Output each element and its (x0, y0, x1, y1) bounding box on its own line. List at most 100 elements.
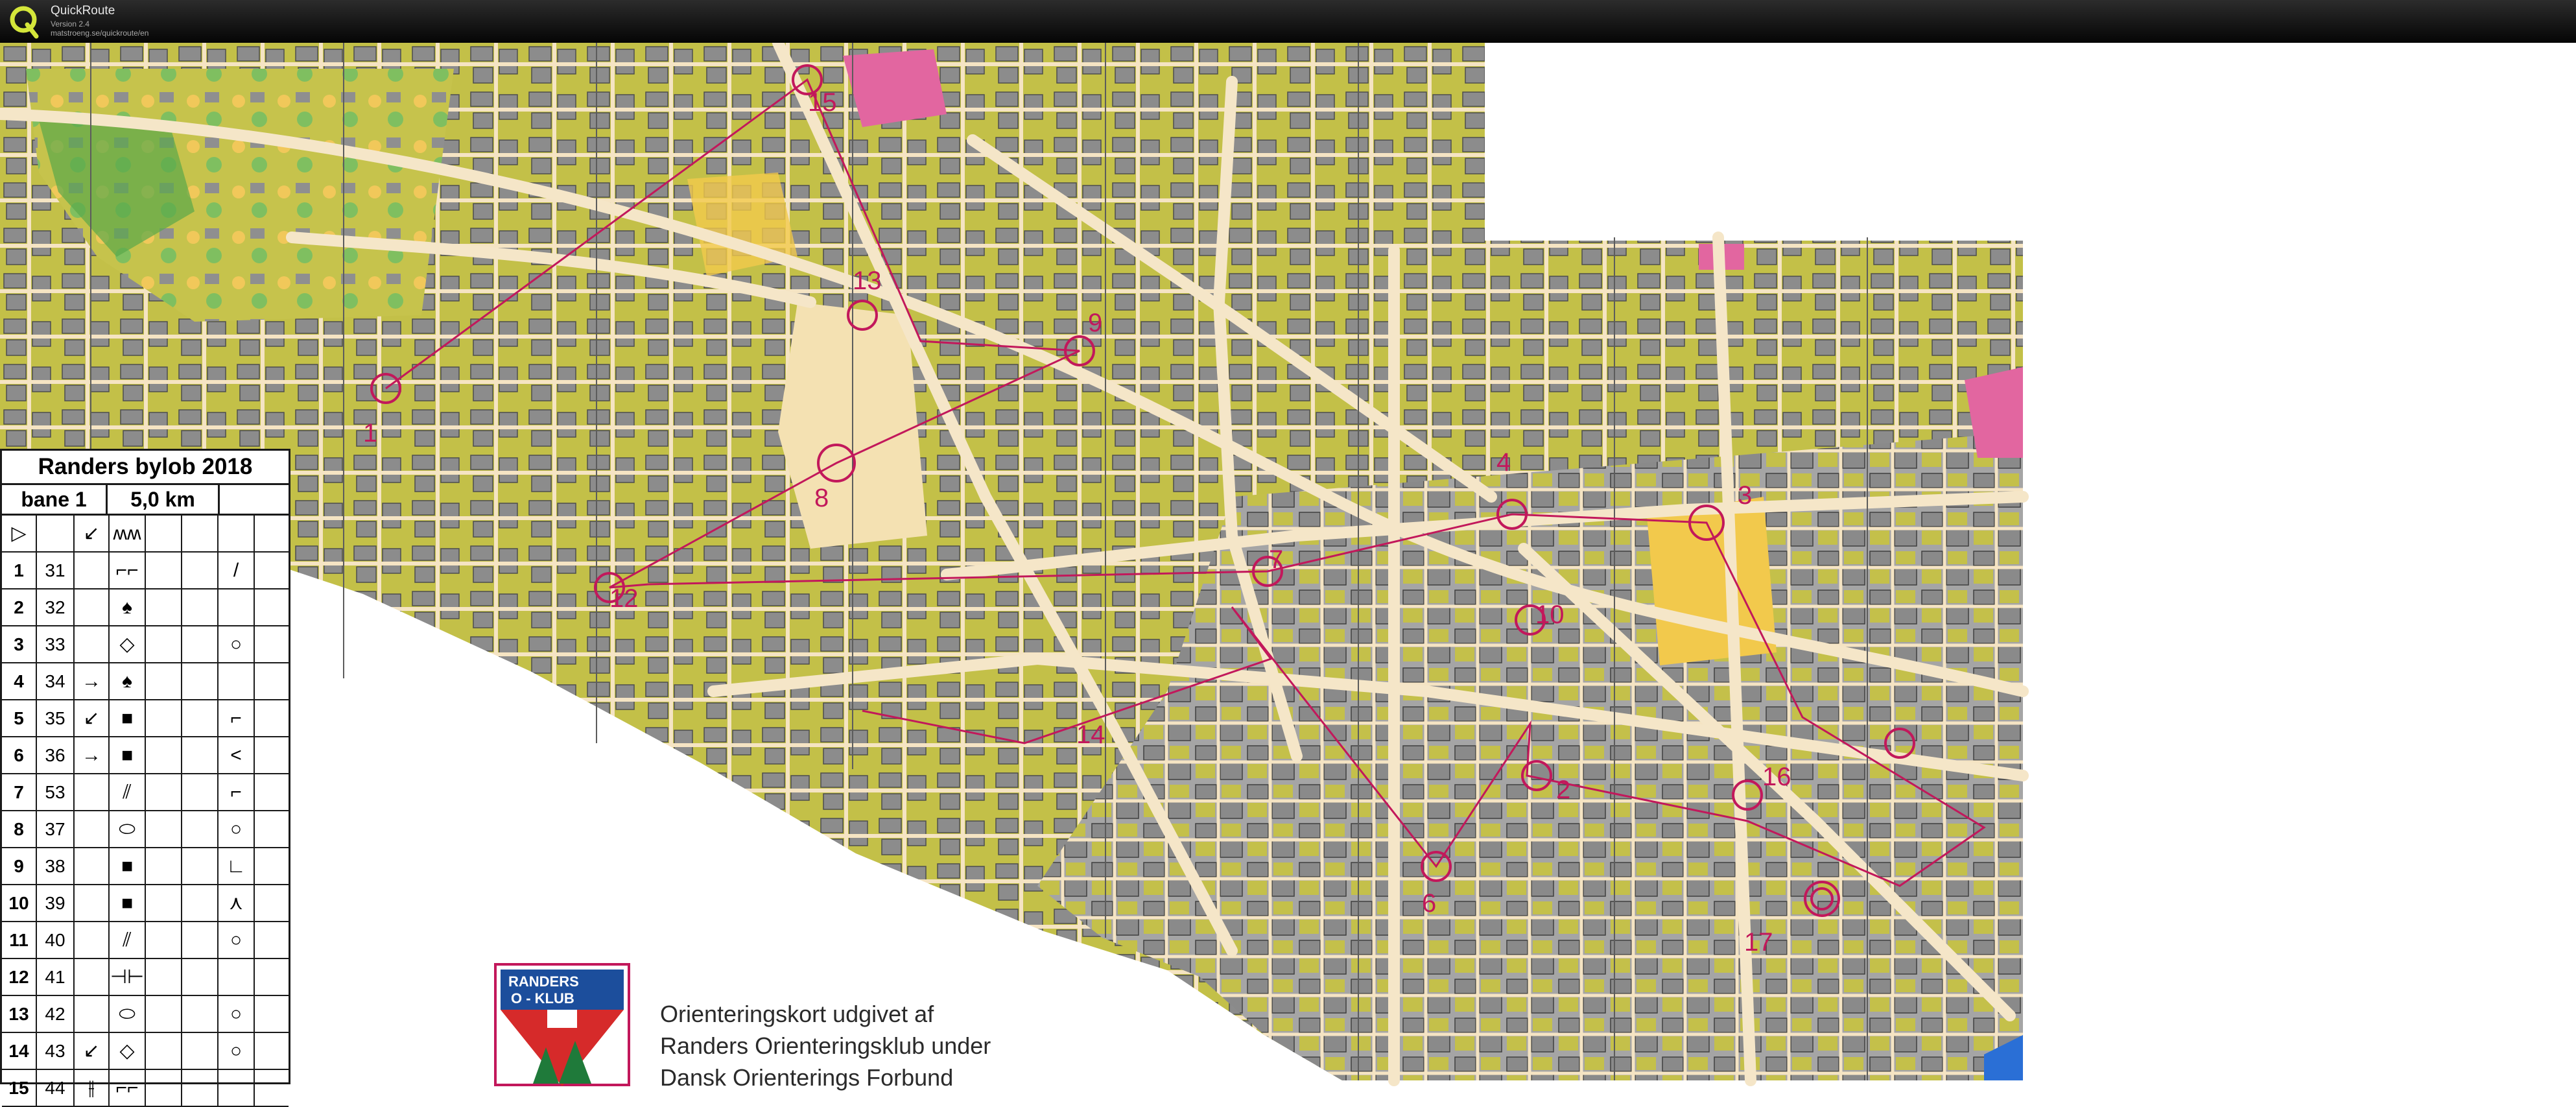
legend-location-symbol: ○ (219, 811, 255, 847)
control-label-10: 10 (1535, 601, 1565, 629)
legend-control-number: 6 (2, 737, 37, 773)
feature-icon: ʍʍ (110, 516, 146, 551)
club-text-line1: Orienteringskort udgivet af (660, 1001, 934, 1027)
legend-control-number: 13 (2, 996, 37, 1032)
legend-location-symbol: ⌐ (219, 774, 255, 810)
legend-control-number: 8 (2, 811, 37, 847)
legend-row: 1 31 ⌐⌐ / (2, 553, 289, 589)
legend-location-symbol (219, 1070, 255, 1106)
legend-control-number: 12 (2, 959, 37, 995)
legend-rows: 1 31 ⌐⌐/2 32 ♠ 3 33 ◇ ○ 4 34 → ♠ 5 35 ↙ ■ ⌐ 6 36 → ■ <7 53 ⫽ ⌐ 8 37… (2, 553, 289, 1107)
legend-row: 10 39 ■ ⋏ (2, 885, 289, 922)
logo-text-line2: O - KLUB (511, 990, 574, 1006)
legend-direction-symbol (75, 553, 110, 588)
legend-empty-cell (146, 774, 182, 810)
legend-empty-cell (182, 626, 219, 662)
legend-empty-cell (146, 1070, 182, 1106)
legend-empty-cell (182, 922, 219, 958)
legend-direction-symbol: ⫲ (75, 1070, 110, 1106)
legend-direction-symbol (75, 996, 110, 1032)
legend-control-number: 7 (2, 774, 37, 810)
legend-empty-cell (146, 700, 182, 736)
legend-row: 2 32 ♠ (2, 589, 289, 626)
legend-empty-cell (146, 553, 182, 588)
legend-control-code: 36 (37, 737, 75, 773)
legend-control-code: 44 (37, 1070, 75, 1106)
legend-control-code: 41 (37, 959, 75, 995)
legend-control-number: 2 (2, 589, 37, 625)
legend-course-row: bane 1 5,0 km (2, 485, 289, 516)
legend-feature-symbol: ■ (110, 737, 146, 773)
control-label-17: 17 (1744, 928, 1773, 957)
legend-control-code: 38 (37, 848, 75, 884)
app-title: QuickRoute (51, 4, 115, 18)
legend-control-code: 33 (37, 626, 75, 662)
legend-empty-cell (146, 663, 182, 699)
legend-feature-symbol: ◇ (110, 1033, 146, 1069)
quickroute-logo-icon (10, 6, 39, 39)
legend-control-number: 1 (2, 553, 37, 588)
legend-control-number: 15 (2, 1070, 37, 1106)
legend-title: Randers bylob 2018 (2, 451, 289, 485)
legend-control-number: 5 (2, 700, 37, 736)
legend-control-code: 42 (37, 996, 75, 1032)
legend-location-symbol: ○ (219, 626, 255, 662)
control-label-13: 13 (853, 267, 882, 295)
legend-empty-cell (146, 811, 182, 847)
legend-empty-cell (182, 996, 219, 1032)
app-url: matstroeng.se/quickroute/en (51, 29, 149, 38)
legend-feature-symbol: ◇ (110, 626, 146, 662)
control-label-2: 2 (1556, 776, 1571, 804)
map-viewport[interactable]: 1 2 3 4 5 6 7 8 9 10 11 12 13 14 15 16 1… (0, 43, 2576, 1106)
club-text-line3: Dansk Orienterings Forbund (660, 1064, 954, 1091)
legend-control-code: 37 (37, 811, 75, 847)
legend-control-code: 39 (37, 885, 75, 921)
legend-location-symbol: < (219, 737, 255, 773)
control-label-6: 6 (1422, 889, 1437, 918)
legend-feature-symbol: ⌐⌐ (110, 1070, 146, 1106)
legend-empty-cell (182, 737, 219, 773)
legend-control-code: 53 (37, 774, 75, 810)
legend-feature-symbol: ■ (110, 848, 146, 884)
legend-empty-cell (146, 885, 182, 921)
legend-row: 14 43 ↙ ◇ ○ (2, 1033, 289, 1070)
legend-row: 4 34 → ♠ (2, 663, 289, 700)
legend-feature-symbol: ⊣⊢ (110, 959, 146, 995)
control-label-1: 1 (363, 419, 378, 447)
legend-feature-symbol: ■ (110, 700, 146, 736)
legend-direction-symbol (75, 922, 110, 958)
legend-location-symbol: ∟ (219, 848, 255, 884)
legend-direction-symbol: ↙ (75, 1033, 110, 1069)
legend-distance: 5,0 km (108, 485, 220, 514)
legend-empty-cell (146, 996, 182, 1032)
control-description-sheet: Randers bylob 2018 bane 1 5,0 km ▷ ↙ ʍʍ … (0, 449, 290, 1107)
legend-start-row: ▷ ↙ ʍʍ (2, 516, 289, 553)
legend-location-symbol (219, 589, 255, 625)
legend-row: 5 35 ↙ ■ ⌐ (2, 700, 289, 737)
legend-empty-cell (146, 959, 182, 995)
legend-direction-symbol (75, 589, 110, 625)
legend-direction-symbol (75, 626, 110, 662)
legend-empty-cell (182, 700, 219, 736)
control-label-7: 7 (1269, 545, 1284, 574)
legend-feature-symbol: ♠ (110, 663, 146, 699)
legend-empty-cell (182, 811, 219, 847)
legend-row: 6 36 → ■ < (2, 737, 289, 774)
app-version: Version 2.4 (51, 19, 90, 29)
legend-control-number: 9 (2, 848, 37, 884)
legend-control-code: 43 (37, 1033, 75, 1069)
control-label-15: 15 (808, 88, 837, 117)
legend-control-number: 3 (2, 626, 37, 662)
legend-direction-symbol (75, 959, 110, 995)
orienteering-map[interactable] (0, 43, 2576, 1106)
legend-row: 9 38 ■ ∟ (2, 848, 289, 885)
direction-icon: ↙ (75, 516, 110, 551)
legend-feature-symbol: ♠ (110, 589, 146, 625)
legend-control-code: 32 (37, 589, 75, 625)
legend-location-symbol: ○ (219, 1033, 255, 1069)
legend-control-code: 40 (37, 922, 75, 958)
club-credit: RANDERS O - KLUB Orienteringskort udgive… (494, 963, 1026, 1091)
legend-empty-cell (146, 737, 182, 773)
control-label-16: 16 (1762, 763, 1791, 791)
legend-empty-cell (182, 848, 219, 884)
